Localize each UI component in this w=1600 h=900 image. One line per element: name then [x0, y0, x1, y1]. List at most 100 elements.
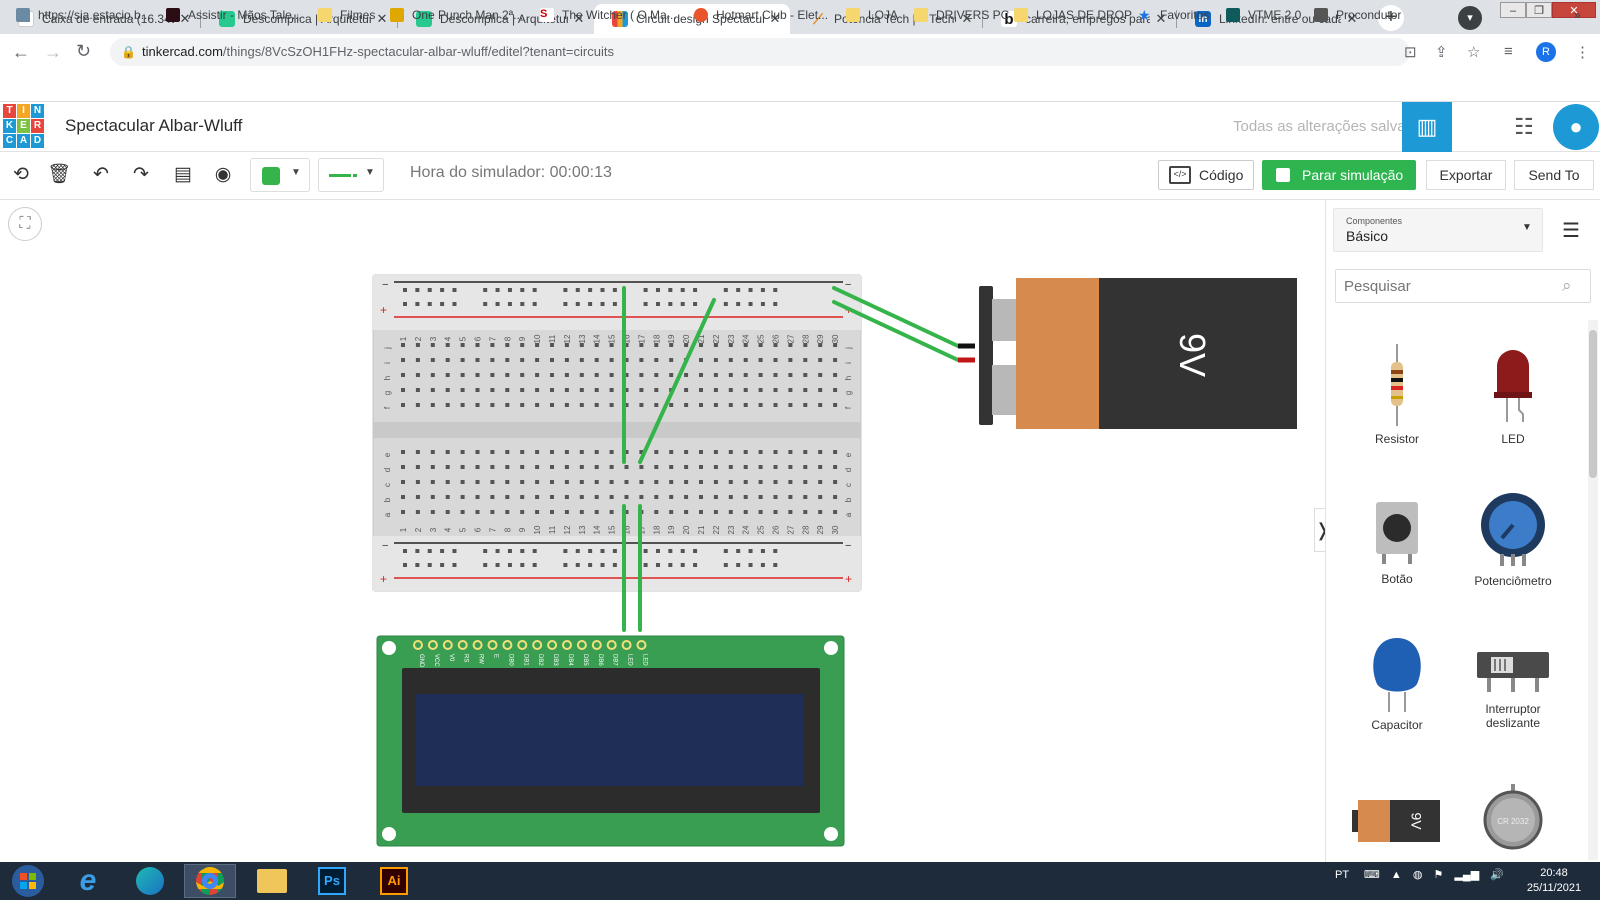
- breadboard-hole[interactable]: [490, 388, 495, 392]
- breadboard-hole[interactable]: [760, 563, 765, 567]
- breadboard-hole[interactable]: [505, 480, 510, 484]
- breadboard-hole[interactable]: [475, 510, 480, 514]
- breadboard-hole[interactable]: [430, 358, 435, 362]
- breadboard-hole[interactable]: [669, 495, 674, 499]
- breadboard-hole[interactable]: [579, 388, 584, 392]
- breadboard-hole[interactable]: [743, 480, 748, 484]
- breadboard-hole[interactable]: [475, 373, 480, 377]
- breadboard-hole[interactable]: [430, 388, 435, 392]
- breadboard-hole[interactable]: [507, 549, 512, 553]
- lcd-pin[interactable]: [636, 640, 647, 650]
- breadboard-hole[interactable]: [452, 288, 457, 292]
- breadboard-hole[interactable]: [736, 302, 741, 306]
- breadboard-hole[interactable]: [609, 450, 614, 454]
- breadboard-hole[interactable]: [475, 495, 480, 499]
- start-button[interactable]: [2, 864, 54, 898]
- breadboard-hole[interactable]: [520, 358, 525, 362]
- breadboard-hole[interactable]: [452, 302, 457, 306]
- breadboard-hole[interactable]: [579, 495, 584, 499]
- breadboard-hole[interactable]: [723, 302, 728, 306]
- breadboard-hole[interactable]: [564, 403, 569, 407]
- breadboard-hole[interactable]: [460, 373, 465, 377]
- breadboard-hole[interactable]: [430, 510, 435, 514]
- breadboard-hole[interactable]: [723, 288, 728, 292]
- breadboard-hole[interactable]: [788, 465, 793, 469]
- breadboard-hole[interactable]: [693, 549, 698, 553]
- breadboard-hole[interactable]: [520, 549, 525, 553]
- breadboard-hole[interactable]: [624, 495, 629, 499]
- breadboard-hole[interactable]: [430, 343, 435, 347]
- breadboard-hole[interactable]: [669, 373, 674, 377]
- breadboard-hole[interactable]: [609, 495, 614, 499]
- breadboard-hole[interactable]: [748, 563, 753, 567]
- breadboard-hole[interactable]: [728, 510, 733, 514]
- breadboard-hole[interactable]: [532, 563, 537, 567]
- breadboard-hole[interactable]: [460, 465, 465, 469]
- breadboard-hole[interactable]: [600, 563, 605, 567]
- breadboard-hole[interactable]: [594, 495, 599, 499]
- breadboard-hole[interactable]: [588, 563, 593, 567]
- breadboard-hole[interactable]: [563, 563, 568, 567]
- breadboard-hole[interactable]: [788, 388, 793, 392]
- breadboard-hole[interactable]: [736, 549, 741, 553]
- breadboard-hole[interactable]: [575, 302, 580, 306]
- breadboard-hole[interactable]: [743, 465, 748, 469]
- breadboard-hole[interactable]: [440, 288, 445, 292]
- breadboard-hole[interactable]: [600, 549, 605, 553]
- breadboard-hole[interactable]: [773, 450, 778, 454]
- lcd-pin[interactable]: [457, 640, 468, 650]
- breadboard-hole[interactable]: [684, 373, 689, 377]
- breadboard-hole[interactable]: [475, 343, 480, 347]
- breadboard-hole[interactable]: [495, 563, 500, 567]
- breadboard-hole[interactable]: [415, 450, 420, 454]
- breadboard-hole[interactable]: [818, 480, 823, 484]
- breadboard-hole[interactable]: [758, 388, 763, 392]
- bookmark-maos[interactable]: Assistir - Mãos Tale...: [166, 8, 302, 22]
- breadboard-hole[interactable]: [520, 450, 525, 454]
- breadboard-hole[interactable]: [594, 510, 599, 514]
- breadboard-hole[interactable]: [403, 563, 407, 567]
- component-capacitor[interactable]: Capacitor: [1342, 636, 1452, 732]
- breadboard-hole[interactable]: [575, 549, 580, 553]
- breadboard-hole[interactable]: [579, 403, 584, 407]
- breadboard-hole[interactable]: [736, 563, 741, 567]
- breadboard-hole[interactable]: [728, 358, 733, 362]
- breadboard-hole[interactable]: [748, 288, 753, 292]
- breadboard-hole[interactable]: [427, 563, 432, 567]
- rotate-icon[interactable]: ⟲: [6, 160, 36, 190]
- breadboard-hole[interactable]: [773, 465, 778, 469]
- breadboard-hole[interactable]: [520, 373, 525, 377]
- undo-icon[interactable]: ↶: [86, 160, 116, 190]
- breadboard-hole[interactable]: [490, 403, 495, 407]
- bookmark-hotmart[interactable]: Hotmart Club - Elet...: [694, 8, 828, 22]
- breadboard-hole[interactable]: [612, 563, 617, 567]
- breadboard-hole[interactable]: [550, 358, 554, 362]
- breadboard-hole[interactable]: [460, 480, 465, 484]
- breadboard-hole[interactable]: [743, 450, 748, 454]
- component-potentiometer[interactable]: Potenciômetro: [1458, 492, 1568, 588]
- breadboard-hole[interactable]: [415, 358, 420, 362]
- taskbar-explorer[interactable]: [246, 864, 298, 898]
- breadboard-hole[interactable]: [655, 302, 660, 306]
- breadboard-hole[interactable]: [788, 403, 793, 407]
- breadboard-hole[interactable]: [639, 388, 644, 392]
- breadboard-hole[interactable]: [609, 358, 614, 362]
- minimize-button[interactable]: –: [1500, 2, 1526, 18]
- component-list-view-button[interactable]: ☷: [1502, 102, 1546, 152]
- breadboard-hole[interactable]: [728, 388, 733, 392]
- breadboard-hole[interactable]: [401, 343, 405, 347]
- breadboard-hole[interactable]: [748, 302, 753, 306]
- breadboard-hole[interactable]: [699, 358, 703, 362]
- breadboard-hole[interactable]: [430, 465, 435, 469]
- breadboard-hole[interactable]: [773, 563, 778, 567]
- breadboard-hole[interactable]: [415, 388, 420, 392]
- breadboard-hole[interactable]: [594, 450, 599, 454]
- breadboard-hole[interactable]: [743, 403, 748, 407]
- breadboard-hole[interactable]: [713, 403, 718, 407]
- breadboard-hole[interactable]: [535, 465, 540, 469]
- breadboard-hole[interactable]: [564, 465, 569, 469]
- breadboard-hole[interactable]: [490, 358, 495, 362]
- breadboard-hole[interactable]: [430, 373, 435, 377]
- breadboard-hole[interactable]: [758, 358, 763, 362]
- search-input[interactable]: [1335, 269, 1591, 303]
